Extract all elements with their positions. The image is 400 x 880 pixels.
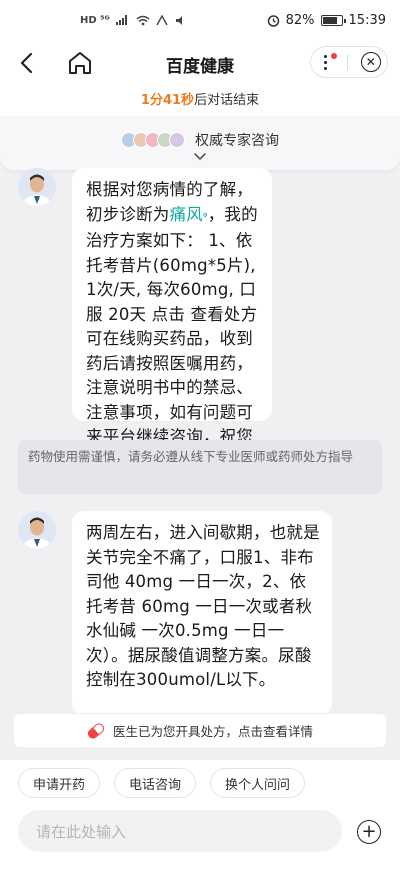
status-right: 82% 15:39 bbox=[267, 13, 386, 28]
message-text: 两周左右，进入间歇期，也就是关节完全不痛了，口服1、非布司他 40mg 一日一次… bbox=[86, 523, 320, 689]
diagnosis-link[interactable]: 痛风 bbox=[170, 205, 203, 224]
timer-countdown: 1分41秒 bbox=[140, 93, 195, 108]
more-menu-icon[interactable] bbox=[317, 52, 338, 72]
message-text: ，我的治疗方案如下： 1、依托考昔片(60mg*5片), 1次/天, 每次60m… bbox=[86, 204, 258, 471]
doctor-avatar[interactable] bbox=[18, 168, 56, 206]
pill-icon bbox=[85, 720, 107, 741]
quick-action-chips: 申请开药 电话咨询 换个人问问 bbox=[18, 768, 306, 798]
doctor-message-bubble: 根据对您病情的了解，初步诊断为痛风ᵠ，我的治疗方案如下： 1、依托考昔片(60m… bbox=[72, 168, 272, 471]
clock-time: 15:39 bbox=[348, 12, 386, 28]
capsule-divider bbox=[347, 54, 349, 70]
expert-consult-banner[interactable]: 权威专家咨询 bbox=[0, 116, 400, 170]
medication-notice: 药物使用需谨慎，请务必遵从线下专业医师或药师处方指导 bbox=[18, 440, 382, 494]
doctor-avatar[interactable] bbox=[18, 511, 56, 549]
top-nav-bar: 百度健康 ✕ bbox=[0, 40, 400, 86]
battery-percent: 82% bbox=[285, 12, 315, 28]
phone-consult-chip[interactable]: 电话咨询 bbox=[114, 768, 197, 798]
battery-icon bbox=[320, 14, 346, 26]
bottom-panel: 申请开药 电话咨询 换个人问问 请在此处输入 + bbox=[0, 760, 400, 880]
signal-indicators: HD ⁵ᴳ bbox=[80, 14, 110, 26]
close-icon[interactable]: ✕ bbox=[360, 52, 381, 72]
nfc-icon bbox=[156, 14, 168, 25]
wifi-icon bbox=[136, 15, 150, 25]
conversation-timer: 1分41秒后对话结束 bbox=[0, 86, 400, 116]
signal-icon bbox=[115, 15, 127, 25]
doctor-message-bubble: 两周左右，进入间歇期，也就是关节完全不痛了，口服1、非布司他 40mg 一日一次… bbox=[72, 511, 332, 715]
message-input[interactable]: 请在此处输入 bbox=[18, 810, 342, 852]
prescription-notice-text: 医生已为您开具处方，点击查看详情 bbox=[112, 724, 313, 739]
alarm-icon bbox=[267, 14, 279, 27]
status-bar: HD ⁵ᴳ 82% 15:39 bbox=[0, 0, 400, 40]
timer-suffix: 后对话结束 bbox=[194, 93, 260, 108]
plus-icon[interactable]: + bbox=[357, 820, 381, 844]
prescription-notice-bar[interactable]: 医生已为您开具处方，点击查看详情 bbox=[14, 713, 386, 747]
chevron-down-icon[interactable] bbox=[194, 152, 206, 162]
ask-another-chip[interactable]: 换个人问问 bbox=[210, 768, 306, 798]
expert-avatars bbox=[121, 132, 185, 148]
doctor-avatar-image bbox=[18, 511, 56, 549]
mini-program-capsule: ✕ bbox=[310, 46, 388, 78]
request-prescription-chip[interactable]: 申请开药 bbox=[18, 768, 101, 798]
status-indicators: HD ⁵ᴳ bbox=[80, 14, 186, 26]
avatar bbox=[169, 132, 185, 148]
expert-consult-label: 权威专家咨询 bbox=[195, 133, 279, 149]
notification-dot bbox=[331, 53, 338, 59]
mute-icon bbox=[175, 15, 182, 25]
doctor-avatar-image bbox=[18, 168, 56, 206]
